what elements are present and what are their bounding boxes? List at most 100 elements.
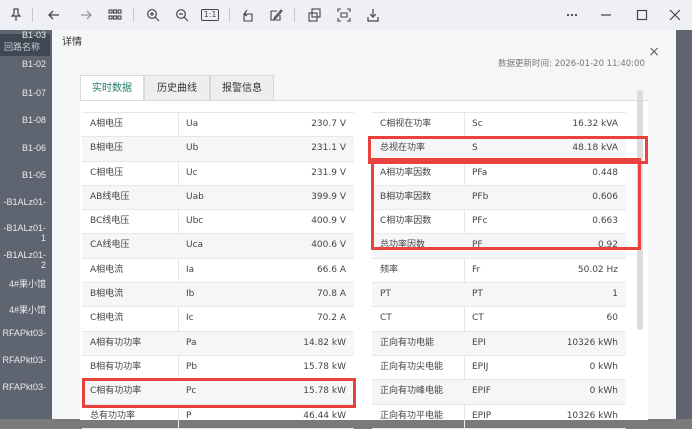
left-measure-table: A相电压 Ua 230.7 V B相电压 Ub 231.1 V C相电压 Uc 231.9 V A… — [82, 112, 354, 429]
measure-name: CT — [380, 313, 392, 324]
measure-code: EPI — [472, 337, 486, 348]
measure-value: 231.9 V — [311, 167, 346, 178]
measure-row: C相功率因数 PFc 0.663 — [372, 210, 626, 235]
measure-row: C相有功功率 Pc 15.78 kW — [82, 380, 354, 405]
updated-label: 数据更新时间: — [498, 59, 552, 69]
measure-code: Ua — [186, 119, 199, 129]
measure-code: Sc — [472, 119, 483, 129]
measure-code: Ia — [186, 264, 195, 275]
back-icon[interactable] — [44, 5, 64, 25]
measure-code: PFa — [472, 167, 488, 178]
scrollbar[interactable] — [637, 90, 643, 330]
measure-value: 70.2 A — [316, 313, 346, 324]
measure-code: Uca — [186, 240, 204, 251]
bg-row-label: 4#果小馆 — [8, 279, 46, 289]
pin-icon[interactable] — [6, 5, 26, 25]
measure-row: PT PT 1 — [372, 283, 626, 308]
grid-icon[interactable] — [105, 5, 125, 25]
measure-row: 总有功功率 P 46.44 kW — [82, 405, 354, 429]
measure-value: 0.606 — [592, 191, 618, 202]
right-measure-table: C相视在功率 Sc 16.32 kVA 总视在功率 S 48.18 kVA A相功率因数 PF… — [372, 112, 626, 429]
measure-code: Ub — [186, 143, 199, 154]
bg-row-label: B1-08 — [21, 115, 46, 125]
measure-value: 46.44 kW — [303, 410, 346, 421]
measure-value: 15.78 kW — [303, 386, 346, 397]
measure-value: 0 kWh — [589, 361, 618, 372]
rotate-icon[interactable] — [238, 5, 258, 25]
measure-name: C相电流 — [90, 313, 124, 324]
actual-size-label: 1:1 — [200, 9, 220, 21]
detail-modal: 详情 × 数据更新时间: 2026-01-20 11:40:00 实时数据 历史… — [52, 30, 676, 429]
actual-size-icon[interactable]: 1:1 — [200, 5, 220, 25]
measure-row: AB线电压 Uab 399.9 V — [82, 185, 354, 211]
measure-name: AB线电压 — [90, 191, 130, 202]
measure-row: CT CT 60 — [372, 307, 626, 332]
measure-name: PT — [380, 289, 391, 300]
measure-name: C相视在功率 — [380, 119, 432, 129]
measure-name: A相有功功率 — [90, 337, 142, 348]
zoom-out-icon[interactable] — [172, 5, 192, 25]
bg-row-label: B1-03 — [21, 30, 46, 40]
measure-row: 正向有功尖电能 EPIJ 0 kWh — [372, 356, 626, 381]
measure-row: 频率 Fr 50.02 Hz — [372, 259, 626, 284]
edit-icon[interactable] — [266, 5, 286, 25]
measure-name: C相电压 — [90, 167, 124, 178]
bg-row-label: B1-07 — [21, 88, 46, 98]
measure-name: C相有功功率 — [90, 386, 142, 397]
tab-history-curve[interactable]: 历史曲线 — [144, 75, 210, 101]
measure-name: 正向有功尖电能 — [380, 361, 444, 372]
updated-value: 2026-01-20 11:40:00 — [554, 59, 645, 69]
tab-realtime-data[interactable]: 实时数据 — [80, 75, 144, 101]
bg-row-label: B1-06 — [21, 143, 46, 153]
measure-value: 10326 kWh — [566, 337, 618, 348]
close-icon[interactable] — [665, 5, 685, 25]
measure-code: PT — [472, 289, 483, 300]
maximize-icon[interactable] — [632, 5, 652, 25]
measure-value: 1 — [612, 289, 618, 300]
measure-code: EPIP — [472, 410, 492, 421]
measure-name: 总有功功率 — [90, 410, 136, 421]
modal-close-icon[interactable]: × — [648, 44, 660, 60]
measure-code: Fr — [472, 264, 481, 275]
measure-row: 总视在功率 S 48.18 kVA — [372, 137, 626, 162]
measure-code: Pa — [186, 337, 197, 348]
more-icon[interactable] — [562, 5, 582, 25]
copy-icon[interactable] — [305, 5, 325, 25]
forward-icon[interactable] — [76, 5, 96, 25]
image-viewer-toolbar: 1:1 — [0, 0, 692, 31]
measure-row: C相电流 Ic 70.2 A — [82, 307, 354, 332]
measure-row: B相功率因数 PFb 0.606 — [372, 185, 626, 211]
measure-row: B相有功功率 Pb 15.78 kW — [82, 356, 354, 381]
measure-row: 正向有功峰电能 EPIF 0 kWh — [372, 380, 626, 405]
tab-alarm-info[interactable]: 报警信息 — [210, 75, 274, 101]
measure-value: 60 — [606, 313, 618, 324]
measure-value: 0 kWh — [589, 386, 618, 397]
download-icon[interactable] — [363, 5, 383, 25]
measure-row: A相电流 Ia 66.6 A — [82, 259, 354, 284]
measure-value: 0.448 — [592, 167, 618, 178]
updated-time: 数据更新时间: 2026-01-20 11:40:00 — [498, 57, 645, 69]
measure-value: 70.8 A — [316, 289, 346, 300]
measure-code: Ubc — [186, 216, 204, 227]
measure-name: BC线电压 — [90, 216, 130, 227]
measure-name: CA线电压 — [90, 240, 130, 251]
measure-row: C相视在功率 Sc 16.32 kVA — [372, 113, 626, 138]
measure-name: A相功率因数 — [380, 167, 432, 178]
measure-code: Uc — [186, 167, 198, 178]
measure-name: 总功率因数 — [380, 240, 426, 251]
measure-name: B相电压 — [90, 143, 124, 154]
measure-code: EPIJ — [472, 361, 489, 372]
measure-name: 正向有功峰电能 — [380, 386, 444, 397]
measure-value: 16.32 kVA — [572, 119, 618, 129]
measure-row: B相电流 Ib 70.8 A — [82, 283, 354, 308]
bg-row-label: RFAPkt03- — [2, 355, 46, 365]
measure-name: 正向有功电能 — [380, 337, 435, 348]
scan-icon[interactable] — [334, 5, 354, 25]
minimize-icon[interactable] — [596, 5, 616, 25]
measure-name: C相功率因数 — [380, 216, 432, 227]
measure-row: 正向有功平电能 EPIP 10326 kWh — [372, 405, 626, 429]
zoom-in-icon[interactable] — [143, 5, 163, 25]
measure-code: P — [186, 410, 192, 421]
measure-value: 400.6 V — [311, 240, 346, 251]
measure-value: 400.9 V — [311, 216, 346, 227]
